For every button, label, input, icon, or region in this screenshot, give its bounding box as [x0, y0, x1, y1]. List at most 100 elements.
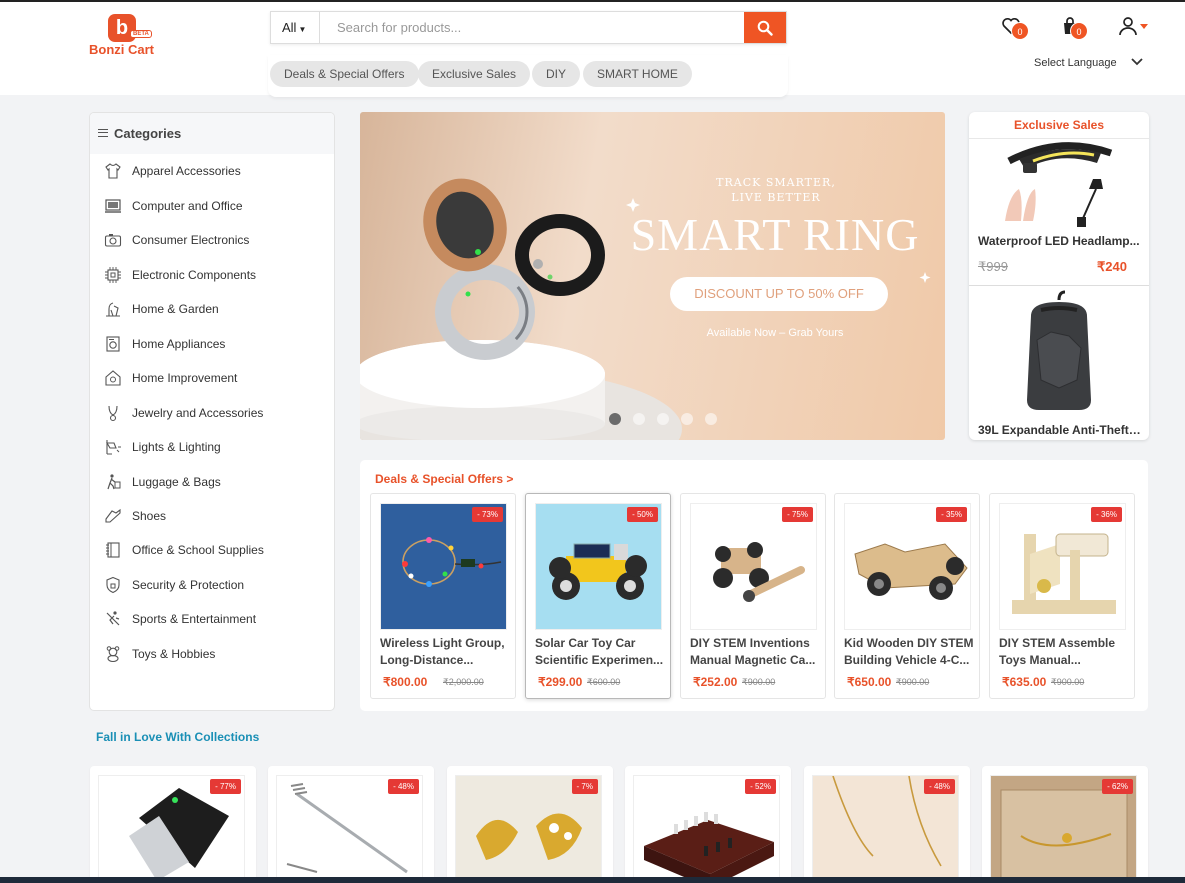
- sidebar-item-apparel[interactable]: Apparel Accessories: [104, 160, 329, 182]
- product-name: Wireless Light Group, Long-Distance...: [380, 635, 510, 669]
- sidebar-item-components[interactable]: Electronic Components: [104, 264, 329, 286]
- wishlist-count: 0: [1011, 22, 1029, 40]
- product-card[interactable]: - 73% Wireless Light Group, Long-Distance…: [370, 493, 516, 699]
- divider: [969, 285, 1149, 286]
- carousel-dot[interactable]: [657, 413, 669, 425]
- sidebar-item-security[interactable]: Security & Protection: [104, 574, 329, 596]
- product-card[interactable]: - 50% Solar Car Toy Car Scientific Experi…: [525, 493, 671, 699]
- shield-icon: [106, 576, 120, 594]
- quick-link-deals[interactable]: Deals & Special Offers: [270, 61, 419, 87]
- sidebar-title: Categories: [114, 126, 182, 141]
- product-price: ₹299.00: [538, 675, 583, 689]
- exclusive-item[interactable]: Waterproof LED Headlamp... ₹999 ₹240: [969, 139, 1149, 285]
- shoe-icon: [105, 508, 121, 523]
- sidebar-item-electronics[interactable]: Consumer Electronics: [104, 229, 329, 251]
- carousel-dot[interactable]: [609, 413, 621, 425]
- collection-card[interactable]: - 7%: [447, 766, 613, 883]
- search-category-select[interactable]: All ▼: [271, 12, 320, 43]
- shirt-icon: [105, 163, 121, 179]
- discount-badge: - 73%: [472, 507, 503, 522]
- exclusive-item[interactable]: 39L Expandable Anti-Theft ...: [969, 288, 1149, 438]
- quick-link-smart-home[interactable]: SMART HOME: [583, 61, 692, 87]
- carousel-dot[interactable]: [681, 413, 693, 425]
- product-name-line: Toys Manual...: [999, 653, 1081, 667]
- banner-title: SMART RING: [630, 209, 920, 260]
- product-image: - 73%: [380, 503, 507, 630]
- product-name-line: Scientific Experimen...: [535, 653, 664, 667]
- sidebar-item-label: Luggage & Bags: [132, 475, 221, 489]
- chevron-down-icon[interactable]: [1131, 57, 1143, 67]
- product-image: - 35%: [844, 503, 971, 630]
- exclusive-sales-title[interactable]: Exclusive Sales: [969, 118, 1149, 132]
- collection-card[interactable]: - 48%: [268, 766, 434, 883]
- computer-icon: [105, 199, 121, 213]
- sidebar-item-home-improvement[interactable]: Home Improvement: [104, 367, 329, 389]
- discount-badge: - 75%: [782, 507, 813, 522]
- banner-cta-button[interactable]: DISCOUNT UP TO 50% OFF: [670, 277, 888, 311]
- sidebar-item-home-garden[interactable]: Home & Garden: [104, 298, 329, 320]
- sidebar-item-lights[interactable]: Lights & Lighting: [104, 436, 329, 458]
- quick-link-diy[interactable]: DIY: [532, 61, 581, 87]
- product-name-line: Kid Wooden DIY STEM: [844, 636, 974, 650]
- sidebar-item-label: Home Appliances: [132, 337, 226, 351]
- product-name: Kid Wooden DIY STEM Building Vehicle 4-C.…: [844, 635, 974, 669]
- product-card[interactable]: - 75% DIY STEM Inventions Manual Magnetic…: [680, 493, 826, 699]
- product-old-price: ₹2,000.00: [443, 677, 484, 687]
- carousel-dot[interactable]: [633, 413, 645, 425]
- smart-ring-product-image: [360, 178, 931, 440]
- sidebar-item-appliances[interactable]: Home Appliances: [104, 333, 329, 355]
- product-name: DIY STEM Inventions Manual Magnetic Ca...: [690, 635, 820, 669]
- quick-link-exclusive[interactable]: Exclusive Sales: [418, 61, 531, 87]
- product-card[interactable]: - 36% DIY STEM Assemble Toys Manual... ₹6…: [989, 493, 1135, 699]
- collection-card[interactable]: - 77%: [90, 766, 256, 883]
- search-input[interactable]: [323, 13, 743, 42]
- exclusive-item-name: Waterproof LED Headlamp...: [978, 234, 1140, 248]
- product-name-line: Solar Car Toy Car: [535, 636, 636, 650]
- product-card[interactable]: - 35% Kid Wooden DIY STEM Building Vehicl…: [834, 493, 980, 699]
- search-button[interactable]: [744, 12, 786, 43]
- deals-title[interactable]: Deals & Special Offers >: [375, 472, 513, 486]
- cart-count: 0: [1070, 22, 1088, 40]
- luggage-icon: [107, 474, 121, 490]
- sidebar-item-label: Toys & Hobbies: [132, 647, 216, 661]
- sidebar-item-label: Jewelry and Accessories: [132, 406, 264, 420]
- sidebar-item-label: Apparel Accessories: [132, 164, 241, 178]
- collection-card[interactable]: - 48%: [804, 766, 970, 883]
- sidebar-item-shoes[interactable]: Shoes: [104, 505, 329, 527]
- exclusive-item-old-price: ₹999: [978, 259, 1008, 274]
- wishlist-button[interactable]: 0: [1001, 16, 1029, 40]
- sidebar-item-sports[interactable]: Sports & Entertainment: [104, 608, 329, 630]
- account-menu[interactable]: [1118, 16, 1150, 38]
- light-group-image: [381, 504, 506, 629]
- product-name-line: Wireless Light Group,: [380, 636, 505, 650]
- sidebar-item-computer[interactable]: Computer and Office: [104, 195, 329, 217]
- product-old-price: ₹900.00: [1051, 677, 1085, 687]
- cart-button[interactable]: 0: [1060, 16, 1088, 40]
- collections-title[interactable]: Fall in Love With Collections: [96, 730, 259, 744]
- caret-down-icon: ▼: [298, 25, 307, 34]
- sidebar-item-label: Sports & Entertainment: [132, 612, 257, 626]
- discount-badge: - 48%: [924, 779, 955, 794]
- search-icon: [757, 20, 773, 36]
- hero-banner[interactable]: TRACK SMARTER, LIVE BETTER SMART RING DI…: [360, 112, 945, 440]
- sidebar-header: Categories: [90, 113, 334, 154]
- brand-logo[interactable]: b BETA Bonzi Cart: [88, 14, 160, 62]
- collection-card[interactable]: - 62%: [982, 766, 1148, 883]
- carousel-dot[interactable]: [705, 413, 717, 425]
- discount-badge: - 77%: [210, 779, 241, 794]
- sidebar-item-office[interactable]: Office & School Supplies: [104, 539, 329, 561]
- collection-card[interactable]: - 52%: [625, 766, 791, 883]
- sidebar-item-toys[interactable]: Toys & Hobbies: [104, 643, 329, 665]
- sidebar-item-jewelry[interactable]: Jewelry and Accessories: [104, 402, 329, 424]
- collection-image: - 62%: [990, 775, 1137, 880]
- chevron-right-icon: >: [506, 472, 514, 486]
- brand-name: Bonzi Cart: [89, 42, 154, 57]
- backpack-product-image: [1027, 290, 1091, 410]
- beta-badge: BETA: [130, 30, 152, 38]
- language-select[interactable]: Select Language: [1034, 57, 1117, 69]
- sidebar-item-luggage[interactable]: Luggage & Bags: [104, 471, 329, 493]
- discount-badge: - 7%: [571, 779, 598, 794]
- product-name-line: DIY STEM Assemble: [999, 636, 1116, 650]
- lamp-icon: [106, 440, 121, 455]
- collection-image: - 48%: [812, 775, 959, 880]
